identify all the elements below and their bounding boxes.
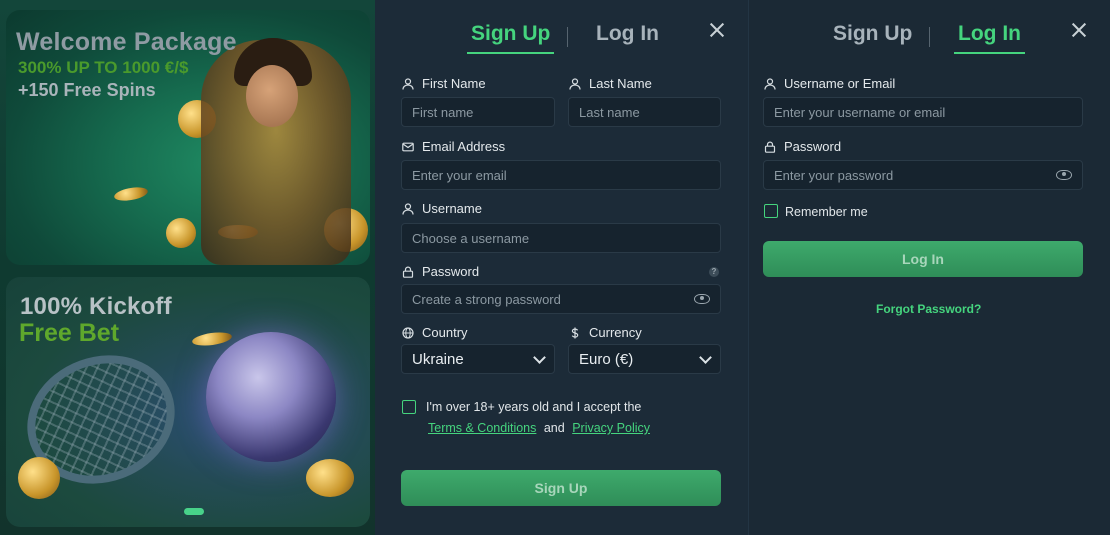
age-terms-text: I'm over 18+ years old and I accept the xyxy=(426,400,642,414)
login-password-input[interactable]: Enter your password xyxy=(763,160,1083,190)
lock-icon xyxy=(402,266,414,278)
tab-signup[interactable]: Sign Up xyxy=(467,20,555,54)
country-label: Country xyxy=(402,325,468,340)
tab-login[interactable]: Log In xyxy=(954,20,1025,54)
last-name-label: Last Name xyxy=(569,76,652,91)
privacy-link[interactable]: Privacy Policy xyxy=(572,421,650,435)
eye-icon[interactable] xyxy=(694,294,710,304)
terms-line: Terms & Conditions and Privacy Policy xyxy=(428,421,650,435)
welcome-title: Welcome Package xyxy=(16,28,237,56)
email-input[interactable]: Enter your email xyxy=(401,160,721,190)
queen-face-image xyxy=(246,65,298,127)
last-name-input[interactable]: Last name xyxy=(568,97,721,127)
remember-me-checkbox[interactable] xyxy=(764,204,778,218)
forgot-password-link[interactable]: Forgot Password? xyxy=(876,302,981,316)
chevron-down-icon xyxy=(533,350,546,364)
coin-icon xyxy=(166,218,196,248)
user-icon xyxy=(569,77,581,90)
username-label: Username xyxy=(402,201,482,216)
user-icon xyxy=(402,202,414,215)
tab-divider xyxy=(567,27,568,47)
soccer-ball-image xyxy=(206,332,336,462)
login-submit-button[interactable]: Log In xyxy=(763,241,1083,277)
eye-icon[interactable] xyxy=(1056,170,1072,180)
dollar-icon xyxy=(571,327,579,338)
signup-panel: Sign Up Log In First Name First name Las… xyxy=(375,0,748,535)
terms-link[interactable]: Terms & Conditions xyxy=(428,421,536,435)
first-name-input[interactable]: First name xyxy=(401,97,555,127)
kickoff-title: 100% Kickoff xyxy=(20,293,172,320)
close-icon[interactable] xyxy=(1071,22,1087,38)
login-password-label: Password xyxy=(764,139,841,154)
tab-signup[interactable]: Sign Up xyxy=(829,20,916,52)
currency-select[interactable]: Euro (€) xyxy=(568,344,721,374)
currency-label: Currency xyxy=(569,325,642,340)
password-input[interactable]: Create a strong password xyxy=(401,284,721,314)
kickoff-subtitle: Free Bet xyxy=(19,319,120,347)
tab-divider xyxy=(929,27,930,47)
welcome-package-banner[interactable]: Welcome Package 300% UP TO 1000 €/$ +150… xyxy=(6,10,370,265)
kickoff-freebet-banner[interactable]: 100% Kickoff Free Bet xyxy=(6,277,370,527)
password-label: Password xyxy=(402,264,479,279)
coin-icon xyxy=(191,330,233,348)
mail-icon xyxy=(402,142,414,151)
remember-me-label: Remember me xyxy=(785,205,868,219)
coin-icon xyxy=(113,185,149,203)
auth-tabs: Sign Up Log In xyxy=(749,20,1110,56)
coin-icon xyxy=(306,459,354,497)
first-name-label: First Name xyxy=(402,76,486,91)
auth-tabs: Sign Up Log In xyxy=(375,20,748,56)
login-panel: Sign Up Log In Username or Email Enter y… xyxy=(748,0,1110,535)
tab-login[interactable]: Log In xyxy=(592,20,663,52)
welcome-spins-line: +150 Free Spins xyxy=(18,80,156,100)
email-label: Email Address xyxy=(402,139,505,154)
globe-icon xyxy=(402,326,414,339)
password-help-icon[interactable]: ? xyxy=(709,267,719,277)
signup-submit-button[interactable]: Sign Up xyxy=(401,470,721,506)
user-icon xyxy=(764,77,776,90)
user-icon xyxy=(402,77,414,90)
carousel-indicator[interactable] xyxy=(184,508,204,515)
promo-column: Welcome Package 300% UP TO 1000 €/$ +150… xyxy=(0,0,375,535)
country-select[interactable]: Ukraine xyxy=(401,344,555,374)
username-email-input[interactable]: Enter your username or email xyxy=(763,97,1083,127)
username-email-label: Username or Email xyxy=(764,76,895,91)
lock-icon xyxy=(764,141,776,153)
username-input[interactable]: Choose a username xyxy=(401,223,721,253)
terms-and-text: and xyxy=(543,421,565,435)
age-terms-checkbox[interactable] xyxy=(402,400,416,414)
chevron-down-icon xyxy=(699,350,712,364)
welcome-bonus-line: 300% UP TO 1000 €/$ xyxy=(18,58,189,77)
coin-icon xyxy=(18,457,60,499)
close-icon[interactable] xyxy=(709,22,725,38)
